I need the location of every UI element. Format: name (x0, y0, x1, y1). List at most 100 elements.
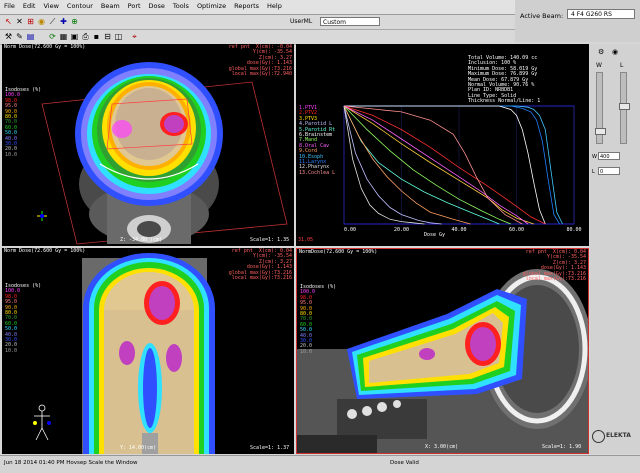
dvh-curve[interactable] (344, 105, 546, 225)
menu-dose[interactable]: Dose (149, 2, 165, 10)
window-slider[interactable] (595, 72, 606, 144)
dvh-chart: 0.00 20.00 40.00 60.00 80.00 (343, 105, 582, 233)
cross-icon[interactable]: ✕ (15, 17, 24, 26)
coronal-view[interactable]: Norm Dose(72.600 Gy = 100%) ref pnt X(cm… (2, 248, 294, 454)
toolbar-secondary: ⚒ ✎ ▤ ⟳ ▦ ▣ ⎙ ▪ ⊟ ◫ ⌖ (0, 30, 515, 45)
level-slider[interactable] (619, 72, 630, 144)
toolbar-primary: ↖ ✕ ⊞ ◉ ⟋ ✚ ⊕ UserML Custom (0, 15, 515, 30)
status-bar: Jun 18 2014 01:40 PM Hovsep Scale the Wi… (0, 455, 640, 473)
axial-slice-label: Z: -34.00 (cm) (120, 237, 163, 243)
axial-scale-label: Scale=1: 1.35 (250, 237, 290, 243)
coronal-scale-label: Scale=1: 1.37 (250, 445, 290, 451)
elekta-logo: ELEKTA (592, 430, 638, 444)
dvh-x-tick-label: 80.00 (566, 227, 581, 233)
sagittal-header: NormDose(72.600 Gy = 100%) (299, 249, 378, 255)
axial-isodose-legend: Isodoses (%) 100.0 98.0 95.0 90.0 80.0 7… (5, 87, 41, 158)
dvh-x-tick-label: 40.00 (451, 227, 466, 233)
measure-icon[interactable]: ⌖ (130, 32, 139, 41)
settings-icon[interactable]: ⚙ (598, 48, 604, 56)
dvh-x-axis-label: Dose Gy (424, 232, 446, 238)
layout-icon[interactable]: ⊟ (103, 32, 112, 41)
level-slider-knob[interactable] (619, 103, 630, 110)
dvh-curve[interactable] (343, 105, 425, 225)
dose-icon[interactable]: ✚ (59, 17, 68, 26)
dvh-view[interactable]: 0.00 20.00 40.00 60.00 80.00 1.PTV1 2.PTV2 3… (296, 44, 589, 246)
dvh-stats: Total Volume: 140.09 cc Inclusion: 100 %… (468, 55, 541, 105)
sagittal-slice-label: X: 3.00(cm) (425, 444, 459, 450)
dvh-x-tick-label: 0.00 (344, 227, 356, 233)
elekta-logo-icon (592, 430, 605, 443)
dvh-curve[interactable] (344, 105, 560, 225)
dvh-corner-value: 31.05 (298, 237, 314, 243)
ruler-icon[interactable]: ⊞ (26, 17, 35, 26)
axial-ref-info: ref pnt X(cm): -0.04 Y(cm): -35.54 Z(cm)… (229, 44, 292, 78)
window-icon[interactable]: ▣ (70, 32, 79, 41)
menu-bar: File Edit View Contour Beam Port Dose Tools Opti… (0, 0, 515, 15)
window-value-input[interactable]: 400 (598, 152, 620, 160)
dvh-curve[interactable] (344, 105, 563, 225)
active-beam-label: Active Beam: (520, 12, 564, 20)
axial-ref-line: local max(Gy):72.940 (231, 71, 292, 78)
sagittal-ref-info: ref pnt X(cm): 0.04 Y(cm): -35.54 Z(cm):… (523, 249, 586, 283)
dvh-curve[interactable] (343, 105, 534, 225)
userml-label: UserML (290, 18, 313, 25)
dvh-curve[interactable] (343, 105, 511, 225)
wrench-icon[interactable]: ⚒ (4, 32, 13, 41)
dvh-x-tick-label: 60.00 (509, 227, 524, 233)
axial-view[interactable]: Norm Dose(72.600 Gy = 100%) ref pnt X(cm… (2, 44, 294, 246)
sagittal-scale-label: Scale=1: 1.90 (542, 444, 582, 450)
dvh-legend: 1.PTV1 2.PTV2 3.PTV3 4.Parotid L 5.Parot… (299, 105, 335, 176)
status-center: Dose Valid (390, 460, 419, 466)
window-label: W (596, 62, 602, 69)
isodose-level: 10.0 (300, 348, 313, 355)
pointer-icon[interactable]: ↖ (4, 17, 13, 26)
coronal-isodose-legend: Isodoses (%) 100.0 98.0 95.0 90.0 80.0 7… (5, 283, 41, 354)
sagittal-ref-line: local max(Gy):73.216 (525, 276, 586, 283)
menu-reports[interactable]: Reports (234, 2, 259, 10)
dvh-legend-item[interactable]: 13.Cochlea L (299, 170, 335, 176)
window-value-label: W (592, 154, 597, 160)
window-slider-knob[interactable] (595, 128, 606, 135)
level-label: L (620, 62, 624, 69)
menu-edit[interactable]: Edit (23, 2, 36, 10)
refresh-icon[interactable]: ⟳ (48, 32, 57, 41)
menu-file[interactable]: File (4, 2, 15, 10)
menu-view[interactable]: View (43, 2, 58, 10)
elekta-logo-text: ELEKTA (606, 432, 631, 439)
menu-beam[interactable]: Beam (101, 2, 120, 10)
menu-contour[interactable]: Contour (67, 2, 93, 10)
grid-icon[interactable]: ▦ (59, 32, 68, 41)
coronal-ref-info: ref pnt X(cm): 0.04 Y(cm): -35.54 Z(cm):… (229, 248, 292, 282)
isodose-level: 10.0 (5, 151, 18, 158)
userml-select[interactable]: Custom (320, 17, 380, 26)
active-beam-select[interactable]: 4 F4 G260 RS (567, 9, 635, 19)
print-icon[interactable]: ⎙ (81, 32, 90, 41)
isodose-level: 10.0 (5, 347, 18, 354)
split-icon[interactable]: ◫ (114, 32, 123, 41)
body-orientation-icon (33, 404, 51, 441)
axial-header: Norm Dose(72.600 Gy = 100%) (4, 44, 86, 50)
level-value-input[interactable]: 0 (598, 167, 620, 175)
brush-icon[interactable]: ✎ (15, 32, 24, 41)
menu-tools[interactable]: Tools (173, 2, 189, 10)
active-beam-area: Active Beam: 4 F4 G260 RS (515, 0, 640, 42)
menu-help[interactable]: Help (267, 2, 282, 10)
level-value-label: L (592, 169, 595, 175)
layers-icon[interactable]: ▤ (26, 32, 35, 41)
dvh-x-tick-label: 20.00 (394, 227, 409, 233)
eye-icon[interactable]: ◉ (612, 48, 618, 56)
zoom-icon[interactable]: ⊕ (70, 17, 79, 26)
save-icon[interactable]: ▪ (92, 32, 101, 41)
orientation-icon (37, 211, 47, 221)
coronal-ref-line: local max(Gy):73.216 (231, 275, 292, 282)
dvh-curve[interactable] (343, 105, 546, 225)
status-left: Jun 18 2014 01:40 PM Hovsep Scale the Wi… (4, 460, 138, 466)
dvh-stat-line: Thickness Normal/Line: 1 (468, 98, 541, 105)
beam-icon[interactable]: ⟋ (48, 17, 57, 26)
sagittal-view[interactable]: NormDose(72.600 Gy = 100%) ref pnt X(cm)… (296, 248, 589, 454)
menu-port[interactable]: Port (128, 2, 141, 10)
contour-icon[interactable]: ◉ (37, 17, 46, 26)
window-level-panel: ⚙ ◉ W L W 400 L 0 ELEKTA (590, 44, 640, 454)
menu-optimize[interactable]: Optimize (197, 2, 226, 10)
dvh-curve[interactable] (343, 105, 442, 225)
